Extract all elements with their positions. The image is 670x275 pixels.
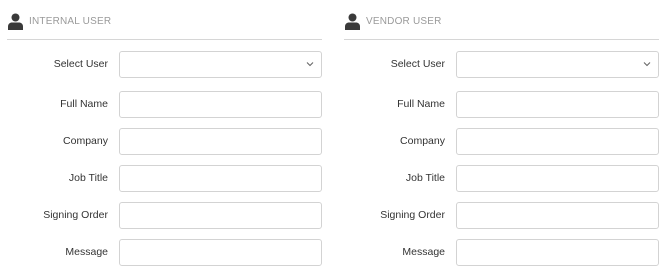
internal-user-header: INTERNAL USER bbox=[7, 12, 322, 40]
job-title-label: Job Title bbox=[405, 172, 445, 184]
panel-title: VENDOR USER bbox=[366, 16, 442, 27]
select-user-dropdown[interactable] bbox=[119, 51, 322, 78]
internal-user-panel: INTERNAL USER Select User Full Name Comp… bbox=[0, 0, 322, 275]
full-name-input[interactable] bbox=[120, 92, 322, 117]
job-title-label: Job Title bbox=[68, 172, 108, 184]
company-label: Company bbox=[63, 135, 108, 147]
company-field-wrapper bbox=[119, 128, 322, 155]
signing-order-input[interactable] bbox=[120, 203, 322, 228]
signing-order-label: Signing Order bbox=[43, 209, 108, 221]
message-label: Message bbox=[402, 246, 445, 258]
job-title-field-wrapper bbox=[456, 165, 659, 192]
job-title-row: Job Title bbox=[0, 165, 322, 192]
message-field-wrapper bbox=[456, 239, 659, 266]
job-title-input[interactable] bbox=[120, 166, 322, 191]
company-input[interactable] bbox=[457, 129, 659, 154]
person-icon bbox=[345, 13, 360, 30]
signing-order-row: Signing Order bbox=[337, 202, 659, 229]
message-label: Message bbox=[65, 246, 108, 258]
message-row: Message bbox=[0, 239, 322, 266]
full-name-row: Full Name bbox=[0, 91, 322, 118]
message-input[interactable] bbox=[457, 240, 659, 265]
message-input[interactable] bbox=[120, 240, 322, 265]
select-user-row: Select User bbox=[337, 51, 659, 78]
signer-form: INTERNAL USER Select User Full Name Comp… bbox=[0, 0, 670, 275]
signing-order-input[interactable] bbox=[457, 203, 659, 228]
company-field-wrapper bbox=[456, 128, 659, 155]
job-title-input[interactable] bbox=[457, 166, 659, 191]
chevron-down-icon bbox=[643, 62, 651, 67]
chevron-down-icon bbox=[306, 62, 314, 67]
select-user-row: Select User bbox=[0, 51, 322, 78]
full-name-field-wrapper bbox=[119, 91, 322, 118]
message-field-wrapper bbox=[119, 239, 322, 266]
select-user-label: Select User bbox=[53, 58, 108, 70]
signing-order-field-wrapper bbox=[456, 202, 659, 229]
full-name-row: Full Name bbox=[337, 91, 659, 118]
company-row: Company bbox=[0, 128, 322, 155]
signing-order-field-wrapper bbox=[119, 202, 322, 229]
job-title-row: Job Title bbox=[337, 165, 659, 192]
vendor-user-panel: VENDOR USER Select User Full Name Compan… bbox=[337, 0, 659, 275]
company-input[interactable] bbox=[120, 129, 322, 154]
company-row: Company bbox=[337, 128, 659, 155]
full-name-label: Full Name bbox=[397, 98, 445, 110]
job-title-field-wrapper bbox=[119, 165, 322, 192]
full-name-label: Full Name bbox=[60, 98, 108, 110]
message-row: Message bbox=[337, 239, 659, 266]
select-user-dropdown[interactable] bbox=[456, 51, 659, 78]
full-name-input[interactable] bbox=[457, 92, 659, 117]
select-user-label: Select User bbox=[390, 58, 445, 70]
person-icon bbox=[8, 13, 23, 30]
company-label: Company bbox=[400, 135, 445, 147]
panel-title: INTERNAL USER bbox=[29, 16, 112, 27]
full-name-field-wrapper bbox=[456, 91, 659, 118]
signing-order-row: Signing Order bbox=[0, 202, 322, 229]
vendor-user-header: VENDOR USER bbox=[344, 12, 659, 40]
signing-order-label: Signing Order bbox=[380, 209, 445, 221]
